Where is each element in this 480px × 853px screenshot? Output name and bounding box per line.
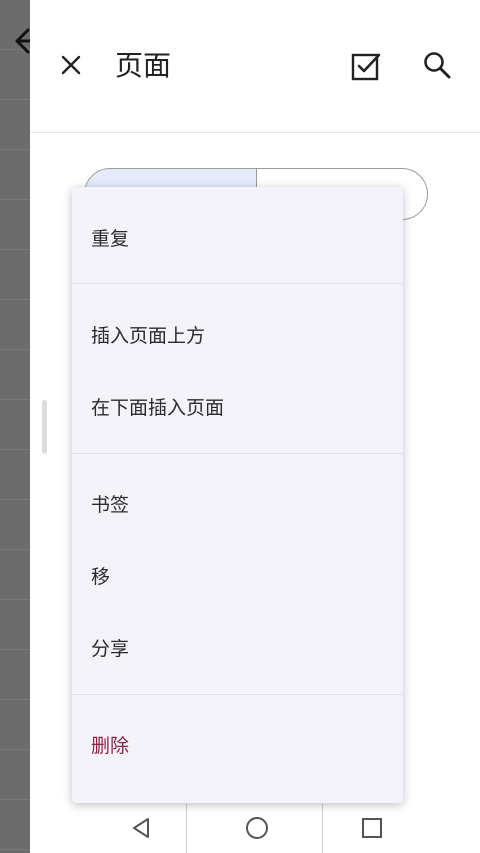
nav-divider (186, 804, 187, 853)
search-button[interactable] (422, 50, 452, 80)
checkbox-icon (351, 53, 381, 81)
close-icon (61, 55, 81, 75)
nav-home-button[interactable] (237, 804, 277, 853)
nav-back-button[interactable] (122, 804, 162, 853)
page-context-menu: 重复 插入页面上方 在下面插入页面 书签 移 分享 删除 (72, 187, 403, 803)
background-app-strip (0, 0, 30, 853)
menu-separator (72, 453, 403, 454)
close-button[interactable] (56, 50, 86, 80)
menu-separator (72, 694, 403, 695)
system-nav-bar (112, 804, 452, 853)
menu-item-insert-below[interactable]: 在下面插入页面 (72, 380, 403, 432)
back-triangle-icon (133, 818, 149, 838)
menu-item-duplicate[interactable]: 重复 (72, 211, 403, 263)
search-icon (424, 52, 451, 79)
menu-item-share[interactable]: 分享 (72, 621, 403, 673)
menu-item-bookmark[interactable]: 书签 (72, 477, 403, 529)
home-circle-icon (246, 817, 268, 839)
nav-recents-button[interactable] (352, 804, 392, 853)
menu-separator (72, 283, 403, 284)
recents-square-icon (362, 818, 382, 838)
select-button[interactable] (350, 50, 382, 82)
toolbar: 页面 (30, 0, 480, 133)
nav-divider (322, 804, 323, 853)
scroll-handle[interactable] (42, 400, 47, 454)
menu-item-delete[interactable]: 删除 (72, 718, 403, 770)
menu-item-insert-above[interactable]: 插入页面上方 (72, 308, 403, 360)
menu-item-move[interactable]: 移 (72, 549, 403, 601)
page-title: 页面 (115, 49, 172, 82)
back-arrow-icon (14, 28, 30, 54)
